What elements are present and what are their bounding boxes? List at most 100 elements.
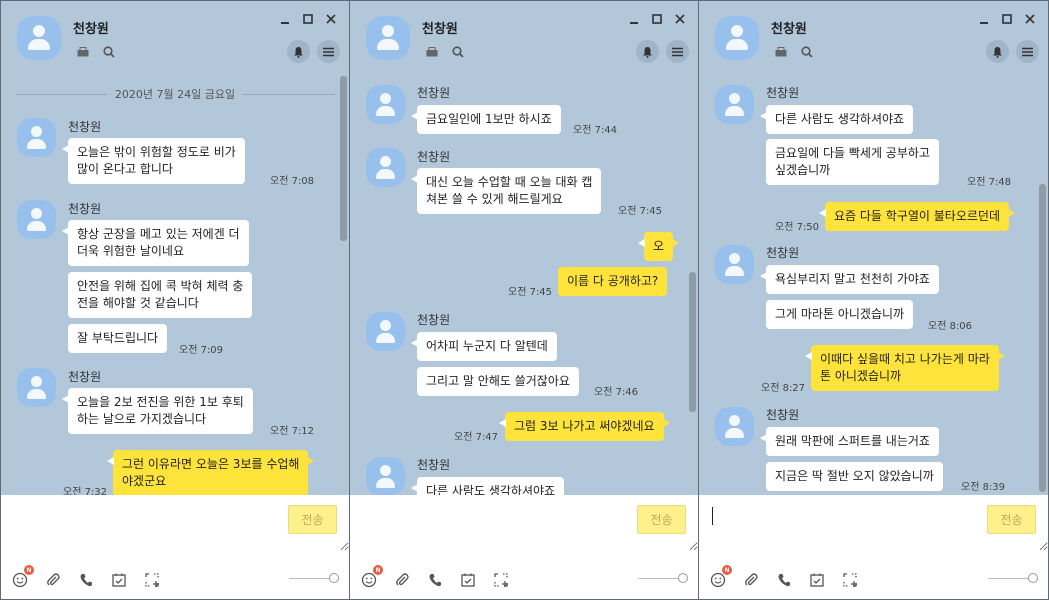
calendar-icon[interactable] bbox=[459, 571, 477, 589]
call-icon[interactable] bbox=[775, 571, 793, 589]
message-bubble[interactable]: 오늘을 2보 전진을 위한 1보 후퇴 하는 날으로 가지겠습니다 bbox=[62, 388, 253, 434]
minimize-icon[interactable] bbox=[277, 11, 293, 27]
avatar[interactable] bbox=[17, 368, 56, 407]
close-icon[interactable] bbox=[1022, 11, 1038, 27]
search-icon[interactable] bbox=[799, 44, 815, 60]
search-icon[interactable] bbox=[450, 44, 466, 60]
message-time: 오전 7:48 bbox=[967, 177, 1012, 188]
maximize-icon[interactable] bbox=[300, 11, 316, 27]
send-button[interactable]: 전송 bbox=[987, 505, 1036, 534]
message-bubble[interactable]: 항상 군장을 메고 있는 저에겐 더 더욱 위험한 날이네요 bbox=[62, 220, 249, 266]
menu-icon[interactable] bbox=[317, 40, 340, 63]
profile-picture[interactable] bbox=[17, 16, 61, 60]
search-icon[interactable] bbox=[101, 44, 117, 60]
message-bubble[interactable]: 안전을 위해 집에 콕 박혀 체력 충 전을 해야할 것 같습니다 bbox=[68, 272, 253, 318]
date-text: 2020년 7월 24일 금요일 bbox=[114, 88, 236, 101]
message-bubble[interactable]: 지금은 딱 절반 오지 않았습니까 bbox=[766, 462, 943, 491]
bell-icon[interactable] bbox=[287, 40, 310, 63]
bell-icon[interactable] bbox=[986, 40, 1009, 63]
message-time: 오전 8:06 bbox=[928, 321, 973, 332]
profile-picture[interactable] bbox=[366, 16, 410, 60]
date-divider: 2020년 7월 24일 금요일 bbox=[15, 86, 336, 102]
avatar[interactable] bbox=[715, 245, 754, 284]
send-button[interactable]: 전송 bbox=[288, 505, 337, 534]
chat-area[interactable]: 천창원 금요일인에 1보만 하시죠 오전 7:44 천창원 대신 오늘 수업할 … bbox=[350, 76, 698, 495]
message-bubble[interactable]: 잘 부탁드립니다 bbox=[68, 324, 168, 353]
my-message-bubble[interactable]: 오 bbox=[637, 232, 680, 261]
call-icon[interactable] bbox=[426, 571, 444, 589]
attach-icon[interactable] bbox=[742, 571, 760, 589]
menu-icon[interactable] bbox=[1016, 40, 1039, 63]
avatar[interactable] bbox=[715, 85, 754, 124]
minimize-icon[interactable] bbox=[626, 11, 642, 27]
message-bubble[interactable]: 금요일인에 1보만 하시죠 bbox=[411, 105, 561, 134]
message-bubble[interactable]: 대신 오늘 수업할 때 오늘 대화 캡 쳐본 쓸 수 있게 해드릴게요 bbox=[410, 168, 602, 214]
message-bubble[interactable]: 다른 사람도 생각하셔야죠 bbox=[410, 477, 565, 495]
close-icon[interactable] bbox=[672, 11, 688, 27]
avatar[interactable] bbox=[17, 200, 56, 239]
chat-window-3: 천창원 천창원 다른 사람도 생각하셔야죠 금요일에 다들 빡세게 공부하고 싶… bbox=[698, 0, 1049, 600]
sender-name: 천창원 bbox=[766, 86, 800, 100]
menu-icon[interactable] bbox=[666, 40, 689, 63]
opacity-slider[interactable] bbox=[988, 573, 1038, 583]
my-message-bubble[interactable]: 이름 다 공개하고? bbox=[558, 267, 668, 296]
chat-title: 천창원 bbox=[771, 22, 807, 37]
message-bubble[interactable]: 욕심부리지 말고 천천히 가야죠 bbox=[760, 265, 939, 294]
scrollbar[interactable] bbox=[340, 76, 347, 241]
capture-icon[interactable] bbox=[143, 571, 161, 589]
send-button[interactable]: 전송 bbox=[637, 505, 686, 534]
my-message-bubble[interactable]: 이때다 싶을때 치고 나가는게 마라 톤 아니겠습니까 bbox=[805, 345, 1005, 391]
drawer-icon[interactable] bbox=[773, 44, 789, 60]
maximize-icon[interactable] bbox=[999, 11, 1015, 27]
message-bubble[interactable]: 다른 사람도 생각하셔야죠 bbox=[759, 105, 914, 134]
avatar[interactable] bbox=[366, 457, 405, 495]
my-message-bubble[interactable]: 그럼 3보 나가고 써야겠네요 bbox=[499, 412, 670, 441]
close-icon[interactable] bbox=[323, 11, 339, 27]
opacity-slider[interactable] bbox=[638, 573, 688, 583]
bell-icon[interactable] bbox=[636, 40, 659, 63]
title-bar: 천창원 bbox=[699, 1, 1048, 76]
chat-area[interactable]: 2020년 7월 24일 금요일 천창원 오늘은 밖이 위험할 정도로 비가 많… bbox=[1, 76, 349, 495]
message-bubble[interactable]: 그게 마라톤 아니겠습니까 bbox=[766, 300, 914, 329]
scrollbar[interactable] bbox=[689, 272, 696, 412]
capture-icon[interactable] bbox=[841, 571, 859, 589]
avatar[interactable] bbox=[715, 407, 754, 446]
chat-title: 천창원 bbox=[73, 22, 109, 37]
avatar[interactable] bbox=[366, 85, 405, 124]
title-bar: 천창원 bbox=[1, 1, 349, 76]
message-time: 오전 8:39 bbox=[961, 482, 1006, 493]
my-message-bubble[interactable]: 요즘 다들 학구열이 불타오르던데 bbox=[818, 202, 1016, 231]
message-bubble[interactable]: 오늘은 밖이 위험할 정도로 비가 많이 온다고 합니다 bbox=[62, 138, 245, 184]
calendar-icon[interactable] bbox=[110, 571, 128, 589]
message-time: 오전 7:45 bbox=[618, 206, 663, 217]
calendar-icon[interactable] bbox=[808, 571, 826, 589]
message-bubble[interactable]: 금요일에 다들 빡세게 공부하고 싶겠습니까 bbox=[766, 139, 939, 185]
sender-name: 천창원 bbox=[766, 408, 800, 422]
drawer-icon[interactable] bbox=[424, 44, 440, 60]
avatar[interactable] bbox=[366, 312, 405, 351]
my-message-bubble[interactable]: 그런 이유라면 오늘은 3보를 수업해 야겠군요 bbox=[106, 450, 315, 495]
opacity-slider[interactable] bbox=[289, 573, 339, 583]
attach-icon[interactable] bbox=[393, 571, 411, 589]
profile-picture[interactable] bbox=[715, 16, 759, 60]
chat-area[interactable]: 천창원 다른 사람도 생각하셔야죠 금요일에 다들 빡세게 공부하고 싶겠습니까… bbox=[699, 76, 1048, 495]
emoticon-icon[interactable]: N bbox=[360, 565, 383, 589]
avatar[interactable] bbox=[17, 118, 56, 157]
message-bubble[interactable]: 원래 막판에 스퍼트를 내는거죠 bbox=[760, 427, 939, 456]
message-time: 오전 7:32 bbox=[63, 487, 108, 495]
drawer-icon[interactable] bbox=[75, 44, 91, 60]
maximize-icon[interactable] bbox=[649, 11, 665, 27]
message-time: 오전 7:44 bbox=[573, 125, 618, 136]
call-icon[interactable] bbox=[77, 571, 95, 589]
message-bubble[interactable]: 어차피 누군지 다 알텐데 bbox=[411, 332, 557, 361]
scrollbar[interactable] bbox=[1039, 184, 1046, 492]
minimize-icon[interactable] bbox=[976, 11, 992, 27]
attach-icon[interactable] bbox=[44, 571, 62, 589]
avatar[interactable] bbox=[366, 148, 405, 187]
capture-icon[interactable] bbox=[492, 571, 510, 589]
emoticon-icon[interactable]: N bbox=[11, 565, 34, 589]
message-bubble[interactable]: 그리고 말 안해도 쓸거잖아요 bbox=[417, 367, 579, 396]
chat-window-2: 천창원 천창원 금요일인에 1보만 하시죠 오전 7:44 천창원 대신 오늘 … bbox=[349, 0, 699, 600]
emoticon-icon[interactable]: N bbox=[709, 565, 732, 589]
new-badge: N bbox=[24, 565, 34, 575]
